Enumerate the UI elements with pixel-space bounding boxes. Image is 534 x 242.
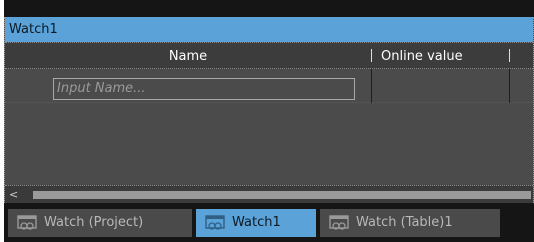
scroll-left-arrow-icon[interactable]: < — [9, 188, 18, 201]
column-header-online-value[interactable]: Online value — [381, 49, 463, 64]
watch-grid: Input Name... — [5, 69, 533, 185]
table-row: Input Name... — [5, 69, 533, 103]
tab-watch-project[interactable]: Watch (Project) — [8, 209, 192, 237]
panel-title: Watch1 — [5, 17, 533, 42]
watch-window-icon — [17, 215, 37, 230]
watch-panel: Watch1 Name Online value Input Name... < — [4, 17, 534, 203]
name-input[interactable]: Input Name... — [53, 78, 355, 100]
watch-window-icon — [329, 215, 349, 230]
horizontal-scrollbar[interactable]: < — [5, 185, 533, 203]
column-header-name[interactable]: Name — [5, 49, 371, 64]
watch-window-frame: Watch1 Name Online value Input Name... < — [4, 0, 534, 242]
top-dark-strip — [4, 0, 534, 17]
watch-window-icon — [205, 215, 225, 230]
tab-bar: Watch (Project) Watch1 Watch (Table)1 — [4, 203, 534, 242]
column-divider — [509, 69, 510, 103]
tab-label: Watch1 — [232, 215, 281, 230]
tab-watch-table1[interactable]: Watch (Table)1 — [320, 209, 500, 237]
tab-watch1[interactable]: Watch1 — [196, 209, 316, 237]
column-divider — [371, 69, 372, 103]
table-header: Name Online value — [5, 42, 533, 69]
scroll-thumb[interactable] — [33, 191, 531, 199]
column-separator[interactable] — [509, 49, 510, 62]
tab-label: Watch (Table)1 — [356, 215, 453, 230]
tab-label: Watch (Project) — [44, 215, 144, 230]
column-separator[interactable] — [371, 49, 372, 62]
